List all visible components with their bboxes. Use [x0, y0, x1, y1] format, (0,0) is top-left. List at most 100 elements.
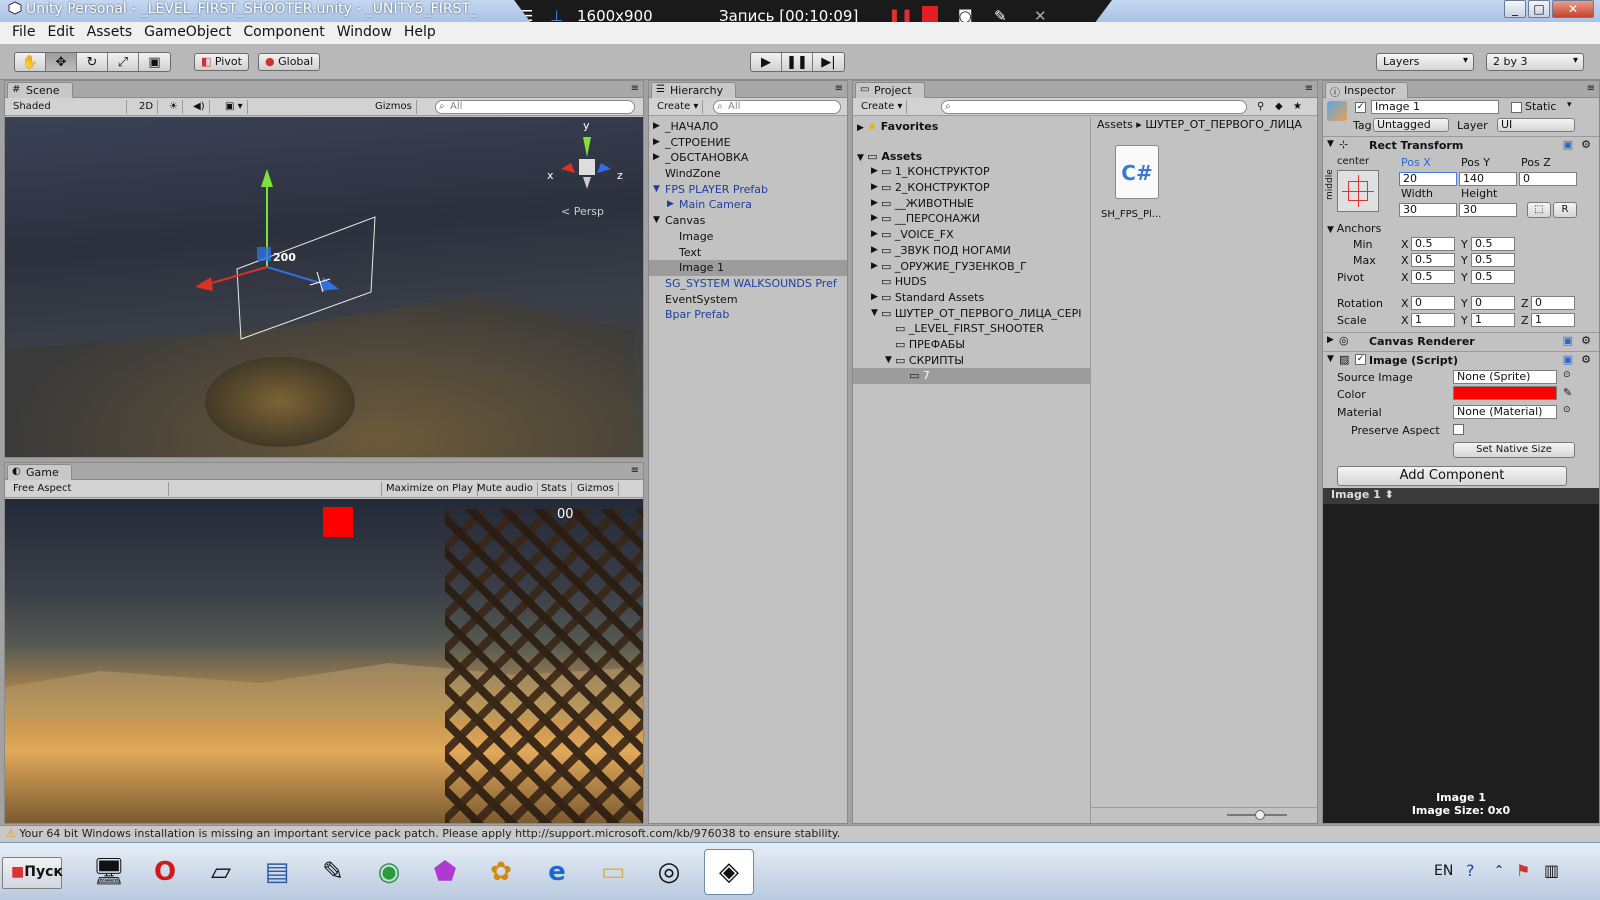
max-y-input[interactable]: 0.5 [1471, 253, 1515, 267]
scale-y-input[interactable]: 1 [1471, 313, 1515, 327]
tag-dropdown[interactable]: Untagged [1373, 118, 1449, 132]
hierarchy-item[interactable]: SG_SYSTEM WALKSOUNDS Pref [649, 276, 847, 292]
maximize-on-play-toggle[interactable]: Maximize on Play [381, 482, 479, 496]
taskbar-chrome-icon[interactable]: ◉ [364, 849, 414, 895]
rect-help-icon[interactable]: ▣ [1563, 138, 1573, 151]
pos-y-input[interactable]: 140 [1459, 172, 1517, 186]
image-enabled-checkbox[interactable]: ✓ [1355, 354, 1366, 365]
orientation-cube-icon[interactable] [579, 159, 595, 175]
pivot-y-input[interactable]: 0.5 [1471, 270, 1515, 284]
pivot-x-input[interactable]: 0.5 [1411, 270, 1455, 284]
hierarchy-item[interactable]: WindZone [649, 166, 847, 182]
image-help-icon[interactable]: ▣ [1563, 353, 1573, 366]
menu-window[interactable]: Window [331, 22, 398, 44]
expand-arrow-icon[interactable]: ▶ [871, 290, 878, 305]
step-icon[interactable]: ▶| [813, 53, 844, 71]
close-window-button[interactable]: ✕ [1552, 0, 1594, 18]
set-native-size-button[interactable]: Set Native Size [1453, 442, 1575, 458]
network-icon[interactable]: ▥ [1544, 861, 1559, 880]
file-name-label[interactable]: SH_FPS_Pl... [1101, 209, 1161, 220]
projection-label[interactable]: < Persp [561, 205, 604, 218]
anchor-preset-button[interactable] [1337, 170, 1379, 212]
project-folder-item[interactable]: ▼ ▭ ШУТЕР_ОТ_ПЕРВОГО_ЛИЦА_СЕРІ [853, 306, 1090, 322]
scale-z-input[interactable]: 1 [1531, 313, 1575, 327]
audio-icon[interactable]: ◀) [189, 100, 210, 114]
expand-arrow-icon[interactable]: ▶ [653, 119, 660, 134]
rotation-z-input[interactable]: 0 [1531, 296, 1575, 310]
taskbar-folder-icon[interactable]: ▭ [588, 849, 638, 895]
rotation-x-input[interactable]: 0 [1411, 296, 1455, 310]
menu-gameobject[interactable]: GameObject [138, 22, 237, 44]
hand-tool-icon[interactable]: ✋ [15, 53, 46, 71]
global-toggle[interactable]: ● Global [258, 53, 321, 71]
canvas-renderer-help-icon[interactable]: ▣ [1563, 334, 1573, 347]
project-folder-item[interactable]: ▭ HUDS [853, 274, 1090, 290]
taskbar-player-icon[interactable]: ◎ [644, 849, 694, 895]
project-folder-item[interactable]: ▶ ▭ 1_КОНСТРУКТОР [853, 164, 1090, 180]
material-field[interactable]: None (Material) [1453, 405, 1557, 419]
expand-arrow-icon[interactable]: ▶ [871, 259, 878, 274]
pivot-toggle[interactable]: ◧ Pivot [194, 53, 249, 71]
project-folder-item[interactable]: ▶ ▭ _ОРУЖИЕ_ГУЗЕНКОВ_Г [853, 259, 1090, 275]
rect-settings-icon[interactable]: ⚙ [1581, 138, 1591, 151]
game-gizmos-dropdown[interactable]: Gizmos [573, 482, 619, 496]
favorite-star-icon[interactable]: ★ [1289, 100, 1306, 114]
active-checkbox[interactable]: ✓ [1355, 102, 1366, 113]
plane-handle[interactable] [257, 247, 271, 261]
stats-toggle[interactable]: Stats [537, 482, 572, 496]
status-bar[interactable]: ⚠ Your 64 bit Windows installation is mi… [0, 825, 1600, 842]
project-folder-item[interactable]: ▶ ▭ __ЖИВОТНЫЕ [853, 196, 1090, 212]
expand-arrow-icon[interactable]: ▶ [871, 243, 878, 258]
effects-icon[interactable]: ▣ ▾ [221, 100, 248, 114]
project-breadcrumb[interactable]: Assets ▸ ШУТЕР_ОТ_ПЕРВОГО_ЛИЦА [1091, 117, 1317, 133]
filter-type-icon[interactable]: ⚲ [1253, 100, 1268, 114]
hierarchy-item[interactable]: Text [649, 245, 847, 261]
rotation-y-input[interactable]: 0 [1471, 296, 1515, 310]
tab-game[interactable]: ◐ Game [7, 464, 72, 480]
csharp-file-icon[interactable]: C# [1115, 145, 1159, 199]
canvas-renderer-header[interactable]: ▶ ◎ Canvas Renderer ▣ ⚙ [1323, 332, 1599, 350]
width-input[interactable]: 30 [1399, 203, 1457, 217]
expand-arrow-icon[interactable]: ▶ [871, 211, 878, 226]
zoom-slider-handle[interactable] [1255, 810, 1265, 820]
hierarchy-item[interactable]: ▶ Main Camera [649, 197, 847, 213]
collapse-arrow-icon[interactable]: ▼ [653, 182, 660, 197]
source-picker-icon[interactable]: ⊙ [1563, 370, 1571, 380]
collapse-arrow-icon[interactable]: ▼ [653, 213, 660, 228]
canvas-renderer-settings-icon[interactable]: ⚙ [1581, 334, 1591, 347]
material-picker-icon[interactable]: ⊙ [1563, 405, 1571, 415]
raw-edit-button[interactable]: R [1553, 202, 1577, 218]
help-tray-icon[interactable]: ? [1466, 861, 1475, 880]
pos-z-input[interactable]: 0 [1519, 172, 1577, 186]
taskbar-paw-icon[interactable]: ✿ [476, 849, 526, 895]
project-folder-item[interactable]: ▼ ▭ СКРИПТЫ [853, 353, 1090, 369]
project-folder-item[interactable]: ▭ _LEVEL_FIRST_SHOOTER [853, 321, 1090, 337]
taskbar-editor-icon[interactable]: ▤ [252, 849, 302, 895]
hierarchy-item[interactable]: Bpar Prefab [649, 307, 847, 323]
tab-hierarchy[interactable]: ☰ Hierarchy [651, 82, 737, 98]
image-settings-icon[interactable]: ⚙ [1581, 353, 1591, 366]
menu-help[interactable]: Help [398, 22, 442, 44]
orientation-z-icon[interactable] [597, 163, 611, 173]
tab-project[interactable]: ▭ Project [855, 82, 925, 98]
project-folder-item[interactable]: ▶ ▭ _VOICE_FX [853, 227, 1090, 243]
hierarchy-item[interactable]: ▼ FPS PLAYER Prefab [649, 182, 847, 198]
expand-arrow-icon[interactable]: ▶ [653, 150, 660, 165]
project-folder-item[interactable]: ▶ ▭ Standard Assets [853, 290, 1090, 306]
expand-arrow-icon[interactable]: ▶ [667, 197, 674, 212]
hierarchy-item[interactable]: EventSystem [649, 292, 847, 308]
orientation-x-icon[interactable] [561, 163, 575, 173]
game-panel-menu-icon[interactable]: ≡ [631, 465, 639, 476]
taskbar-gem-icon[interactable]: ⬟ [420, 849, 470, 895]
color-swatch[interactable] [1453, 386, 1557, 400]
taskbar-notepad-icon[interactable]: ✎ [308, 849, 358, 895]
rotate-tool-icon[interactable]: ↻ [77, 53, 108, 71]
scale-tool-icon[interactable]: ⤢ [108, 53, 139, 71]
expand-arrow-icon[interactable]: ▶ [871, 196, 878, 211]
x-axis-arrow-icon[interactable] [195, 277, 213, 291]
taskbar-notes-icon[interactable]: ▱ [196, 849, 246, 895]
hierarchy-item[interactable]: ▶ _СТРОЕНИЕ [649, 135, 847, 151]
hierarchy-item[interactable]: ▶ _НАЧАЛО [649, 119, 847, 135]
filter-label-icon[interactable]: ◆ [1271, 100, 1287, 114]
image-script-header[interactable]: ▼ ▨ ✓ Image (Script) ▣ ⚙ [1323, 351, 1599, 369]
